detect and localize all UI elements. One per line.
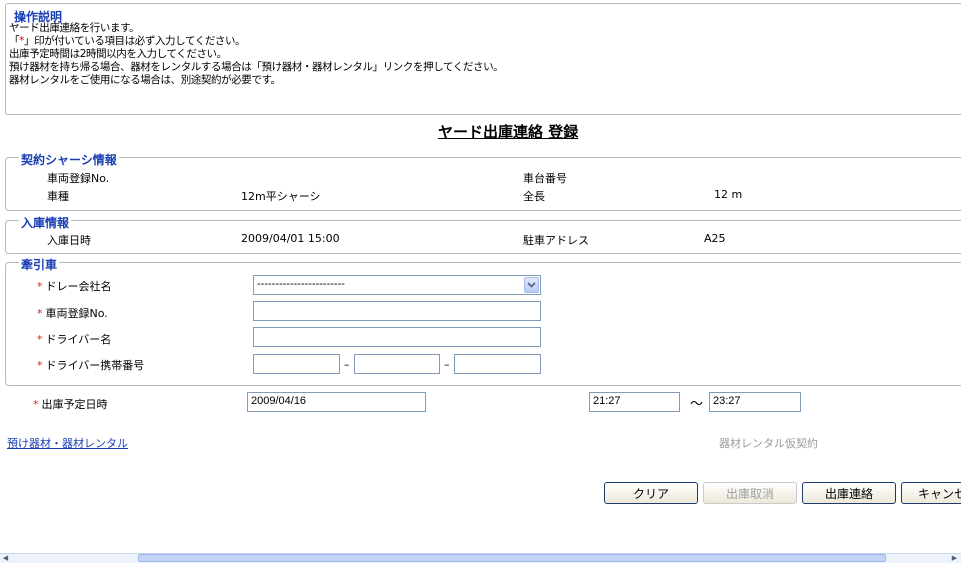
- rental-link[interactable]: 預け器材・器材レンタル: [7, 435, 128, 451]
- chassis-type-label: 車種: [47, 190, 69, 203]
- driver-phone-2-input[interactable]: [354, 354, 440, 374]
- departure-time-to-input[interactable]: 23:27: [709, 392, 801, 412]
- driver-name-label: * ドライバー名: [37, 331, 111, 347]
- company-label: * ドレー会社名: [37, 278, 112, 294]
- driver-phone-3-input[interactable]: [454, 354, 541, 374]
- instruction-line: ヤード出庫連絡を行います。: [9, 22, 140, 34]
- chassis-legend: 契約シャーシ情報: [19, 151, 119, 168]
- parking-address-label: 駐車アドレス: [523, 234, 589, 247]
- entry-datetime-label: 入庫日時: [47, 234, 91, 247]
- instruction-line: 預け器材を持ち帰る場合、器材をレンタルする場合は「預け器材・器材レンタル」リンク…: [9, 61, 504, 73]
- company-label-text: ドレー会社名: [45, 280, 112, 293]
- instruction-text: 」印が付いている項目は必ず入力してください。: [23, 35, 246, 47]
- chassis-type-value: 12m平シャーシ: [241, 190, 321, 203]
- time-range-tilde: ～: [690, 397, 704, 412]
- instruction-line: 「*」印が付いている項目は必ず入力してください。: [9, 35, 246, 47]
- instruction-line: 器材レンタルをご使用になる場合は、別途契約が必要です。: [9, 74, 281, 86]
- submit-button[interactable]: 出庫連絡: [802, 482, 896, 504]
- tractor-reg-no-label-text: 車両登録No.: [45, 307, 108, 320]
- departure-label-text: 出庫予定日時: [41, 398, 108, 411]
- scrollbar-thumb[interactable]: [138, 554, 886, 562]
- clear-button[interactable]: クリア: [604, 482, 698, 504]
- entry-datetime-value: 2009/04/01 15:00: [241, 232, 340, 245]
- required-star: *: [37, 359, 43, 372]
- tractor-reg-no-label: * 車両登録No.: [37, 305, 108, 321]
- tractor-legend: 牽引車: [19, 256, 60, 273]
- driver-phone-1-input[interactable]: [253, 354, 340, 374]
- chassis-section: [5, 157, 961, 211]
- driver-phone-label-text: ドライバー携帯番号: [45, 359, 145, 372]
- company-select-value: ------------------------: [257, 278, 345, 290]
- car-number-label: 車台番号: [523, 172, 567, 185]
- tractor-reg-no-input[interactable]: [253, 301, 541, 321]
- quote-open: 「: [9, 35, 20, 47]
- required-star: *: [37, 307, 43, 320]
- driver-name-label-text: ドライバー名: [45, 333, 112, 346]
- chassis-reg-no-label: 車両登録No.: [47, 172, 110, 185]
- page-title: ヤード出庫連絡 登録: [438, 123, 579, 141]
- required-star: *: [37, 333, 43, 346]
- rental-contract-link: 器材レンタル仮契約: [719, 437, 818, 450]
- scroll-left-icon[interactable]: ◀: [1, 554, 10, 562]
- chassis-length-label: 全長: [523, 190, 545, 203]
- cancel-button[interactable]: キャンセル: [901, 482, 961, 504]
- parking-address-value: A25: [704, 232, 726, 245]
- driver-phone-label: * ドライバー携帯番号: [37, 357, 144, 373]
- phone-separator: –: [344, 358, 350, 371]
- required-star: *: [37, 280, 43, 293]
- phone-separator: –: [444, 358, 450, 371]
- required-star: *: [33, 398, 39, 411]
- cancel-exit-button: 出庫取消: [703, 482, 797, 504]
- scroll-right-icon[interactable]: ▶: [950, 554, 959, 562]
- departure-label: * 出庫予定日時: [33, 396, 108, 412]
- departure-time-from-input[interactable]: 21:27: [589, 392, 680, 412]
- entry-section: [5, 220, 961, 254]
- entry-legend: 入庫情報: [19, 214, 72, 231]
- chassis-length-value: 12 m: [714, 188, 743, 201]
- driver-name-input[interactable]: [253, 327, 541, 347]
- departure-date-input[interactable]: 2009/04/16: [247, 392, 426, 412]
- company-select[interactable]: ------------------------: [253, 275, 541, 295]
- chevron-down-icon[interactable]: [524, 277, 539, 293]
- instruction-line: 出庫予定時間は2時間以内を入力してください。: [9, 48, 227, 60]
